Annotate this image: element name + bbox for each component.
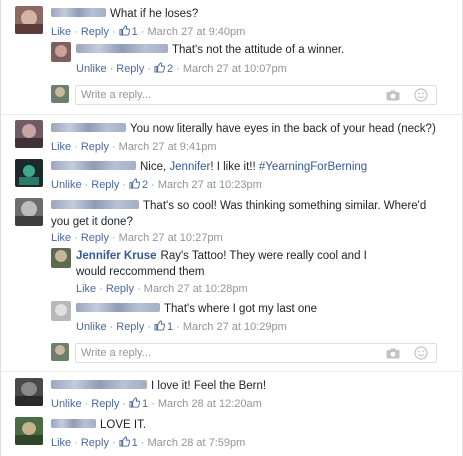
reply-comment: Jennifer Kruse Ray's Tattoo! They were re… (51, 248, 455, 296)
like-button[interactable]: Like (51, 232, 71, 244)
avatar[interactable] (51, 301, 71, 321)
reply-button[interactable]: Reply (116, 63, 144, 75)
comment-text: I love it! Feel the Bern! (151, 380, 267, 392)
comment-thread: What if he loses? Like · Reply · 1 · March 27 … (0, 0, 463, 456)
comment-text: LOVE IT. (100, 419, 147, 431)
comment-text: That's not the attitude of a winner. (172, 44, 345, 56)
timestamp[interactable]: March 27 at 10:07pm (183, 63, 287, 75)
reply-button[interactable]: Reply (116, 321, 144, 333)
avatar[interactable] (51, 248, 71, 268)
commenter-name[interactable] (51, 380, 147, 390)
like-count[interactable]: 2 (154, 62, 173, 75)
avatar[interactable] (15, 159, 43, 187)
like-count[interactable]: 1 (154, 320, 173, 333)
reply-composer: Write a reply... (51, 343, 455, 363)
commenter-name[interactable] (51, 419, 96, 429)
comment: I love it! Feel the Bern! Unlike · Reply · 1… (15, 378, 455, 410)
like-button[interactable]: Like (76, 283, 96, 295)
avatar[interactable] (15, 120, 43, 148)
reply-comment: That's where I got my last one Unlike · Re… (51, 301, 455, 337)
my-avatar (51, 85, 69, 103)
thumbs-up-icon (154, 320, 166, 331)
avatar[interactable] (15, 6, 43, 34)
thumbs-up-icon (119, 436, 130, 447)
reply-button[interactable]: Reply (91, 179, 119, 191)
like-button[interactable]: Like (51, 26, 71, 38)
like-button[interactable]: Like (51, 437, 71, 449)
like-count[interactable]: 1 (119, 436, 138, 449)
reply-input[interactable]: Write a reply... (75, 343, 437, 363)
camera-icon[interactable] (386, 348, 400, 359)
reply-button[interactable]: Reply (81, 232, 109, 244)
timestamp[interactable]: March 28 at 12:20am (158, 398, 262, 410)
avatar[interactable] (15, 198, 43, 226)
reply-button[interactable]: Reply (81, 141, 109, 153)
comment-text-start: Nice, (140, 161, 170, 173)
thumbs-up-icon (129, 397, 141, 408)
avatar[interactable] (51, 42, 71, 62)
camera-icon[interactable] (386, 90, 400, 101)
commenter-name[interactable] (51, 8, 106, 18)
comment: Nice, Jennifer! I like it!! #YearningFor… (15, 159, 455, 191)
comment: LOVE IT. Like · Reply · 1 · March 28 at 7:59pm (15, 417, 455, 449)
commenter-name[interactable] (76, 44, 168, 54)
comment: You now literally have eyes in the back … (15, 120, 455, 153)
timestamp[interactable]: March 27 at 10:29pm (183, 321, 287, 333)
mention-link[interactable]: Jennifer (169, 161, 210, 173)
hashtag-link[interactable]: #YearningForBerning (259, 161, 367, 173)
commenter-name[interactable]: Jennifer Kruse (76, 250, 157, 262)
commenter-name[interactable] (51, 161, 136, 171)
unlike-button[interactable]: Unlike (76, 321, 107, 333)
unlike-button[interactable]: Unlike (76, 63, 107, 75)
smiley-icon[interactable] (414, 88, 428, 102)
reply-composer: Write a reply... (51, 85, 455, 105)
comment-text: What if he loses? (110, 8, 199, 20)
reply-input[interactable]: Write a reply... (75, 85, 437, 105)
reply-button[interactable]: Reply (81, 26, 109, 38)
like-count[interactable]: 1 (129, 397, 148, 410)
reply-placeholder: Write a reply... (81, 89, 151, 101)
like-count[interactable]: 2 (129, 178, 148, 191)
thumbs-up-icon (154, 62, 166, 73)
comment-text: That's where I got my last one (164, 303, 318, 315)
avatar[interactable] (15, 417, 43, 445)
like-count[interactable]: 1 (119, 25, 138, 38)
timestamp[interactable]: March 27 at 10:28pm (144, 283, 248, 295)
my-avatar (51, 343, 69, 361)
thumbs-up-icon (119, 25, 130, 36)
comment: What if he loses? Like · Reply · 1 · March 27 … (15, 6, 455, 42)
reply-button[interactable]: Reply (91, 398, 119, 410)
timestamp[interactable]: March 27 at 9:41pm (119, 141, 217, 153)
like-button[interactable]: Like (51, 141, 71, 153)
comment-text-middle: ! I like it!! (210, 161, 259, 173)
reply-button[interactable]: Reply (81, 437, 109, 449)
commenter-name[interactable] (76, 303, 160, 313)
avatar[interactable] (15, 378, 43, 406)
unlike-button[interactable]: Unlike (51, 179, 82, 191)
timestamp[interactable]: March 27 at 10:23pm (158, 179, 262, 191)
comment: That's so cool! Was thinking something s… (15, 198, 455, 246)
smiley-icon[interactable] (414, 346, 428, 360)
commenter-name[interactable] (51, 200, 139, 210)
reply-comment: That's not the attitude of a winner. Unl… (51, 42, 455, 78)
comment-text: You now literally have eyes in the back … (130, 123, 436, 135)
reply-placeholder: Write a reply... (81, 347, 151, 359)
reply-button[interactable]: Reply (106, 283, 134, 295)
thumbs-up-icon (129, 178, 141, 189)
unlike-button[interactable]: Unlike (51, 398, 82, 410)
commenter-name[interactable] (51, 123, 126, 133)
timestamp[interactable]: March 28 at 7:59pm (147, 437, 245, 449)
timestamp[interactable]: March 27 at 9:40pm (147, 26, 245, 38)
timestamp[interactable]: March 27 at 10:27pm (119, 232, 223, 244)
